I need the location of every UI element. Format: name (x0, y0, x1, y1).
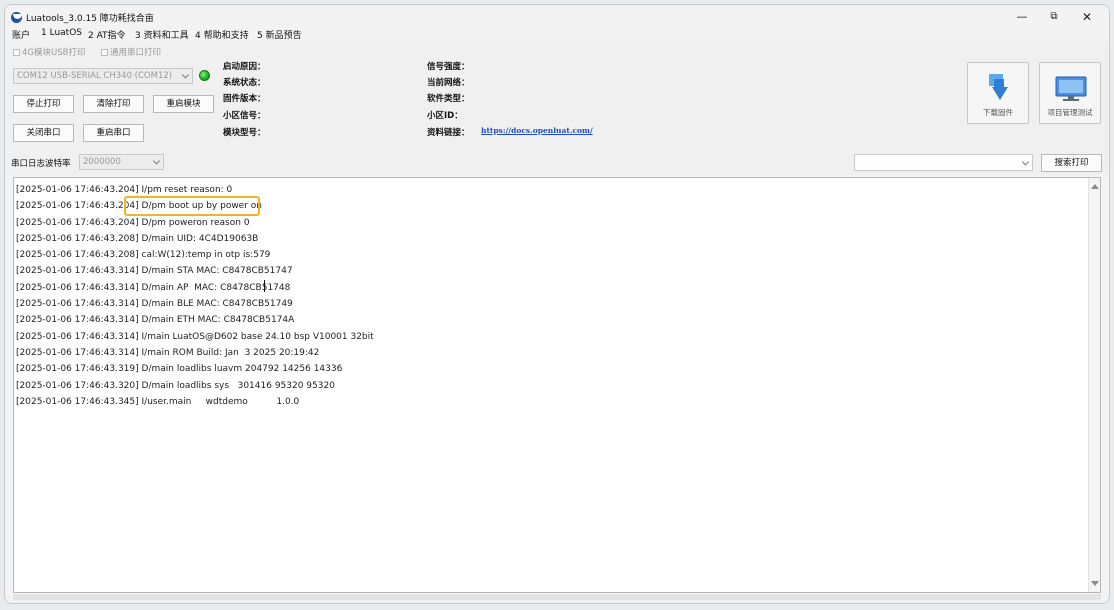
port-select[interactable]: COM12 USB-SERIAL CH340 (COM12) (13, 68, 193, 84)
search-print-button[interactable]: 搜索打印 (1041, 154, 1102, 172)
menu-account[interactable]: 账户 (12, 28, 30, 41)
cell-signal-label: 小区信号： (223, 111, 266, 121)
checkbox-serial-label: 通用串口打印 (110, 48, 162, 58)
stop-print-button[interactable]: 停止打印 (13, 95, 74, 113)
app-window: Luatools_3.0.15 障功耗找合亩 — ⧉ ✕ 账户 1 LuatOS… (4, 4, 1110, 604)
chevron-down-icon (181, 71, 190, 79)
baud-rate-select[interactable]: 2000000 (79, 154, 164, 170)
checkbox-4g-usb-label: 4G模块USB打印 (22, 48, 86, 58)
chevron-down-icon (152, 157, 161, 165)
software-type-label: 软件类型： (427, 94, 470, 104)
menu-at-commands[interactable]: 2 AT指令 (88, 28, 126, 41)
log-line: [2025-01-06 17:46:43.314] D/main ETH MAC… (16, 315, 295, 326)
log-line: [2025-01-06 17:46:43.208] cal:W(12):temp… (16, 250, 271, 261)
checkbox-4g-usb-print[interactable]: 4G模块USB打印 (13, 46, 85, 58)
chevron-down-icon (1021, 157, 1030, 166)
download-firmware-label: 下载固件 (983, 108, 1013, 117)
log-line: [2025-01-06 17:46:43.314] D/main BLE MAC… (16, 299, 293, 310)
checkbox-box[interactable] (101, 49, 108, 56)
menu-new-products[interactable]: 5 新品预告 (257, 28, 302, 41)
clear-print-button[interactable]: 清除打印 (83, 95, 144, 113)
port-select-value: COM12 USB-SERIAL CH340 (COM12) (17, 71, 173, 81)
log-output[interactable]: [2025-01-06 17:46:43.204] I/pm reset rea… (13, 177, 1101, 593)
log-line: [2025-01-06 17:46:43.204] D/pm poweron r… (16, 217, 250, 228)
log-line: [2025-01-06 17:46:43.314] I/main ROM Bui… (16, 347, 320, 358)
menu-tools[interactable]: 3 资料和工具 (135, 28, 189, 41)
system-status-label: 系统状态： (223, 78, 266, 88)
log-scrollbar[interactable] (1088, 178, 1100, 592)
resource-link-label: 资料链接： (427, 128, 470, 138)
log-line: [2025-01-06 17:46:43.320] D/main loadlib… (16, 380, 335, 391)
signal-strength-label: 信号强度： (427, 62, 470, 72)
scroll-up-icon[interactable] (1091, 184, 1099, 189)
control-panel: 4G模块USB打印 通用串口打印 COM12 USB-SERIAL CH340 … (5, 41, 1109, 175)
download-firmware-button[interactable]: 下载固件 (967, 62, 1029, 124)
status-led-icon (199, 70, 210, 81)
app-logo-icon (11, 12, 22, 23)
boot-reason-label: 启动原因： (223, 62, 266, 72)
text-caret (264, 280, 265, 292)
log-highlight-box (124, 196, 260, 216)
cell-id-label: 小区ID： (427, 111, 463, 121)
log-line: [2025-01-06 17:46:43.345] I/user.main wd… (16, 396, 300, 407)
menu-help[interactable]: 4 帮助和支持 (195, 28, 249, 41)
download-arrow-icon (989, 74, 1008, 100)
module-model-label: 模块型号： (223, 128, 266, 138)
log-line: [2025-01-06 17:46:43.314] D/main STA MAC… (16, 266, 293, 277)
project-test-button[interactable]: 项目管理测试 (1039, 62, 1101, 124)
checkbox-box[interactable] (13, 49, 20, 56)
log-line: [2025-01-06 17:46:43.208] D/main UID: 4C… (16, 233, 259, 244)
scroll-down-icon[interactable] (1091, 581, 1099, 586)
window-title: Luatools_3.0.15 障功耗找合亩 (26, 14, 154, 24)
docs-link[interactable]: https://docs.openluat.com/ (481, 126, 593, 135)
log-line: [2025-01-06 17:46:43.314] D/main AP MAC:… (16, 282, 291, 293)
close-button[interactable]: ✕ (1072, 9, 1102, 25)
baud-rate-label: 串口日志波特率 (11, 159, 71, 169)
log-lines: [2025-01-06 17:46:43.204] I/pm reset rea… (16, 182, 374, 410)
checkbox-serial-print[interactable]: 通用串口打印 (101, 46, 161, 58)
menu-bar: 账户 1 LuatOS 2 AT指令 3 资料和工具 4 帮助和支持 5 新品预… (5, 27, 1109, 41)
monitor-icon (1055, 76, 1087, 101)
title-bar: Luatools_3.0.15 障功耗找合亩 — ⧉ ✕ (5, 5, 1109, 29)
close-port-button[interactable]: 关闭串口 (13, 124, 74, 142)
minimize-button[interactable]: — (1007, 9, 1037, 25)
current-network-label: 当前网络： (427, 78, 470, 88)
project-test-label: 项目管理测试 (1047, 108, 1093, 117)
menu-luatos[interactable]: 1 LuatOS (41, 28, 82, 38)
log-line: [2025-01-06 17:46:43.319] D/main loadlib… (16, 364, 343, 375)
search-select[interactable] (854, 154, 1033, 171)
restart-module-button[interactable]: 重启模块 (153, 95, 214, 113)
status-bar (13, 594, 1101, 600)
maximize-button[interactable]: ⧉ (1039, 9, 1069, 25)
baud-rate-value: 2000000 (83, 157, 121, 167)
firmware-version-label: 固件版本： (223, 94, 266, 104)
log-line: [2025-01-06 17:46:43.314] I/main LuatOS@… (16, 331, 374, 342)
restart-port-button[interactable]: 重启串口 (83, 124, 144, 142)
